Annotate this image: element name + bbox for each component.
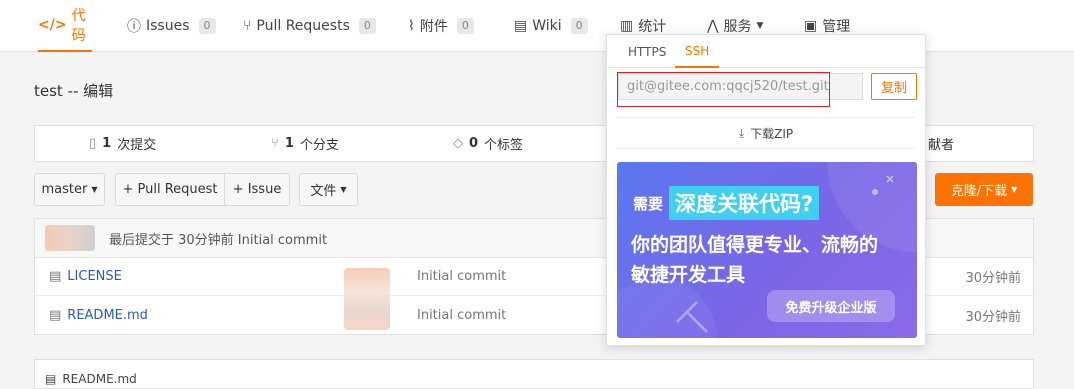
upgrade-button[interactable]: 免费升级企业版 [767,290,895,322]
branches-stat[interactable]: ⑂ 1 个分支 [271,126,339,161]
chevron-down-icon: ▼ [91,185,98,194]
new-issue-button[interactable]: + Issue [224,173,290,206]
download-icon: ⤓ [738,125,745,140]
clone-dropdown: HTTPS SSH git@gitee.com:qqcj520/test.git… [606,34,926,346]
wiki-icon: ▤ [514,18,528,34]
chevron-down-icon: ▼ [756,21,764,31]
branch-select[interactable]: master ▼ [34,173,105,206]
ad-prefix: 需要 [633,194,664,213]
new-pull-request-button[interactable]: + Pull Request [115,173,225,206]
pull-requests-count: 0 [358,18,376,34]
file-link[interactable]: ▤ LICENSE [49,269,122,284]
branch-icon: ⑂ [271,136,279,151]
commit-time: 30分钟前 [965,271,1021,286]
enterprise-ad-banner[interactable]: 需要 深度关联代码? 你的团队值得更专业、流畅的 敏捷开发工具 免费升级企业版 [617,162,917,338]
pull-request-icon: ⑂ [243,18,252,34]
ad-line-2: 你的团队值得更专业、流畅的 [631,234,879,256]
highlight-box [617,72,830,107]
tab-issues[interactable]: ⓘ Issues 0 [127,0,216,52]
wiki-count: 0 [570,18,588,34]
issue-icon: ⓘ [127,19,141,35]
ad-highlight: 深度关联代码? [669,186,820,220]
manage-icon: ▣ [804,18,818,34]
protocol-tabs: HTTPS SSH [607,35,925,68]
tab-pull-requests[interactable]: ⑂ Pull Requests 0 [243,0,376,52]
tab-attachments[interactable]: ⌇ 附件 0 [408,0,474,52]
file-icon: ▤ [45,372,57,386]
file-icon: ▤ [49,307,62,323]
tab-https[interactable]: HTTPS [628,35,666,68]
download-zip-button[interactable]: ⤓ 下载ZIP [617,117,915,149]
tab-code[interactable]: </> 代码 [38,0,92,52]
attachment-icon: ⌇ [408,18,415,34]
service-icon: ⋀ [707,18,719,34]
file-menu-button[interactable]: 文件 ▼ [299,173,358,206]
commits-stat[interactable]: ▯ 1 次提交 [89,126,156,161]
avatar[interactable] [45,225,95,251]
chevron-down-icon: ▼ [1011,185,1018,194]
blurred-avatar [344,268,390,330]
commit-message[interactable]: Initial commit [417,308,506,323]
tag-icon: ◇ [453,136,463,151]
issues-count: 0 [198,18,216,34]
stats-icon: ▥ [620,18,634,34]
tab-ssh[interactable]: SSH [675,35,720,68]
page-title: test -- 编辑 [34,82,114,100]
commit-message[interactable]: Initial commit [417,269,506,284]
chevron-down-icon: ▼ [340,185,347,194]
commit-icon: ▯ [89,136,97,151]
ad-line-3: 敏捷开发工具 [631,264,746,286]
commit-time: 30分钟前 [965,309,1021,325]
copy-button[interactable]: 复制 [871,73,917,100]
tags-stat[interactable]: ◇ 0 个标签 [453,126,523,161]
file-link[interactable]: ▤ README.md [49,308,148,323]
contributors-stat[interactable]: 献者 [928,126,954,161]
attachments-count: 0 [456,18,474,34]
tab-wiki[interactable]: ▤ Wiki 0 [514,0,588,52]
clone-download-button[interactable]: 克隆/下载 ▼ [935,173,1033,206]
code-icon: </> [38,17,67,33]
readme-panel: ▤ README.md [34,359,1034,389]
file-icon: ▤ [49,269,62,284]
